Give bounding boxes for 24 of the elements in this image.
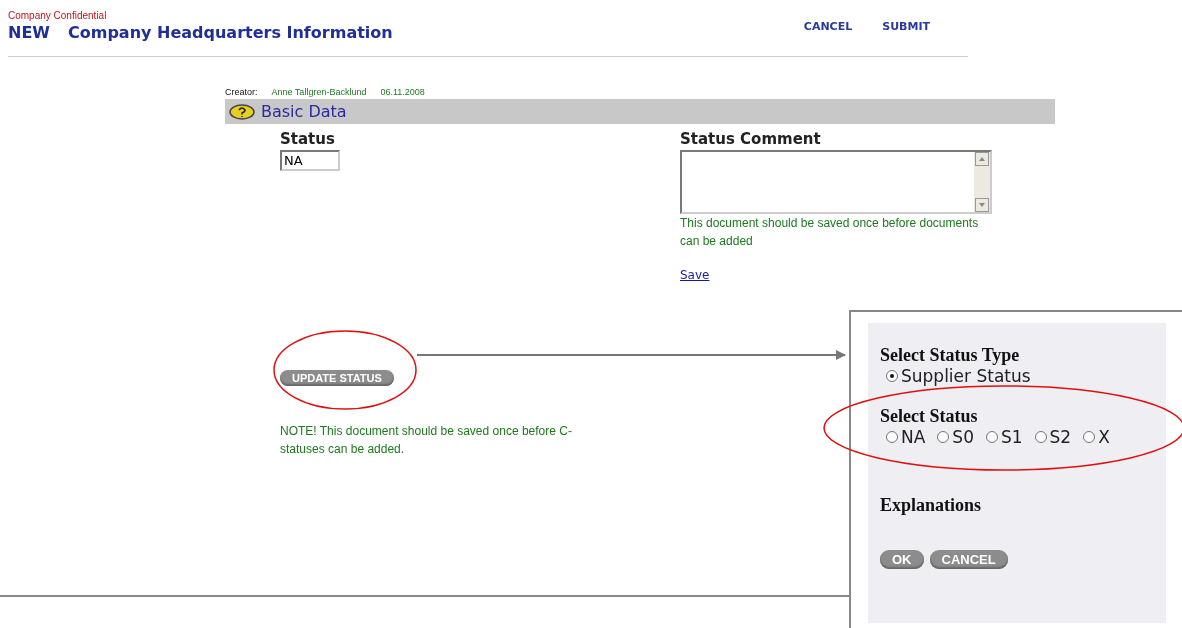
update-note: NOTE! This document should be saved once before C-statuses can be added. — [280, 423, 573, 458]
new-label: NEW — [8, 23, 50, 42]
save-link[interactable]: Save — [680, 268, 710, 282]
creator-label: Creator: — [225, 87, 258, 97]
documents-note: This document should be saved once before documents can be added — [680, 215, 980, 250]
radio-label: Supplier Status — [901, 366, 1031, 386]
created-date: 06.11.2008 — [380, 87, 425, 97]
radio-label: S0 — [952, 427, 974, 447]
radio-label: S2 — [1049, 427, 1072, 447]
status-field[interactable]: NA — [280, 150, 340, 171]
status-label: Status — [280, 130, 335, 148]
radio-label: NA — [901, 427, 926, 447]
status-type-heading: Select Status Type — [880, 345, 1021, 366]
status-comment-label: Status Comment — [680, 130, 821, 148]
page-title: Company Headquarters Information — [67, 23, 393, 42]
explanations-heading: Explanations — [880, 495, 983, 516]
status-heading: Select Status — [880, 406, 979, 427]
header-action-link[interactable]: CANCEL — [803, 20, 853, 42]
confidentiality-label: Company Confidential — [8, 10, 108, 21]
section-title: Basic Data — [261, 102, 347, 121]
header-action-link[interactable]: SUBMIT — [882, 20, 930, 42]
radio-label: X — [1098, 427, 1110, 447]
radio-label: S1 — [1000, 427, 1023, 447]
creator-name: Anne Tallgren-Backlund — [271, 87, 367, 97]
